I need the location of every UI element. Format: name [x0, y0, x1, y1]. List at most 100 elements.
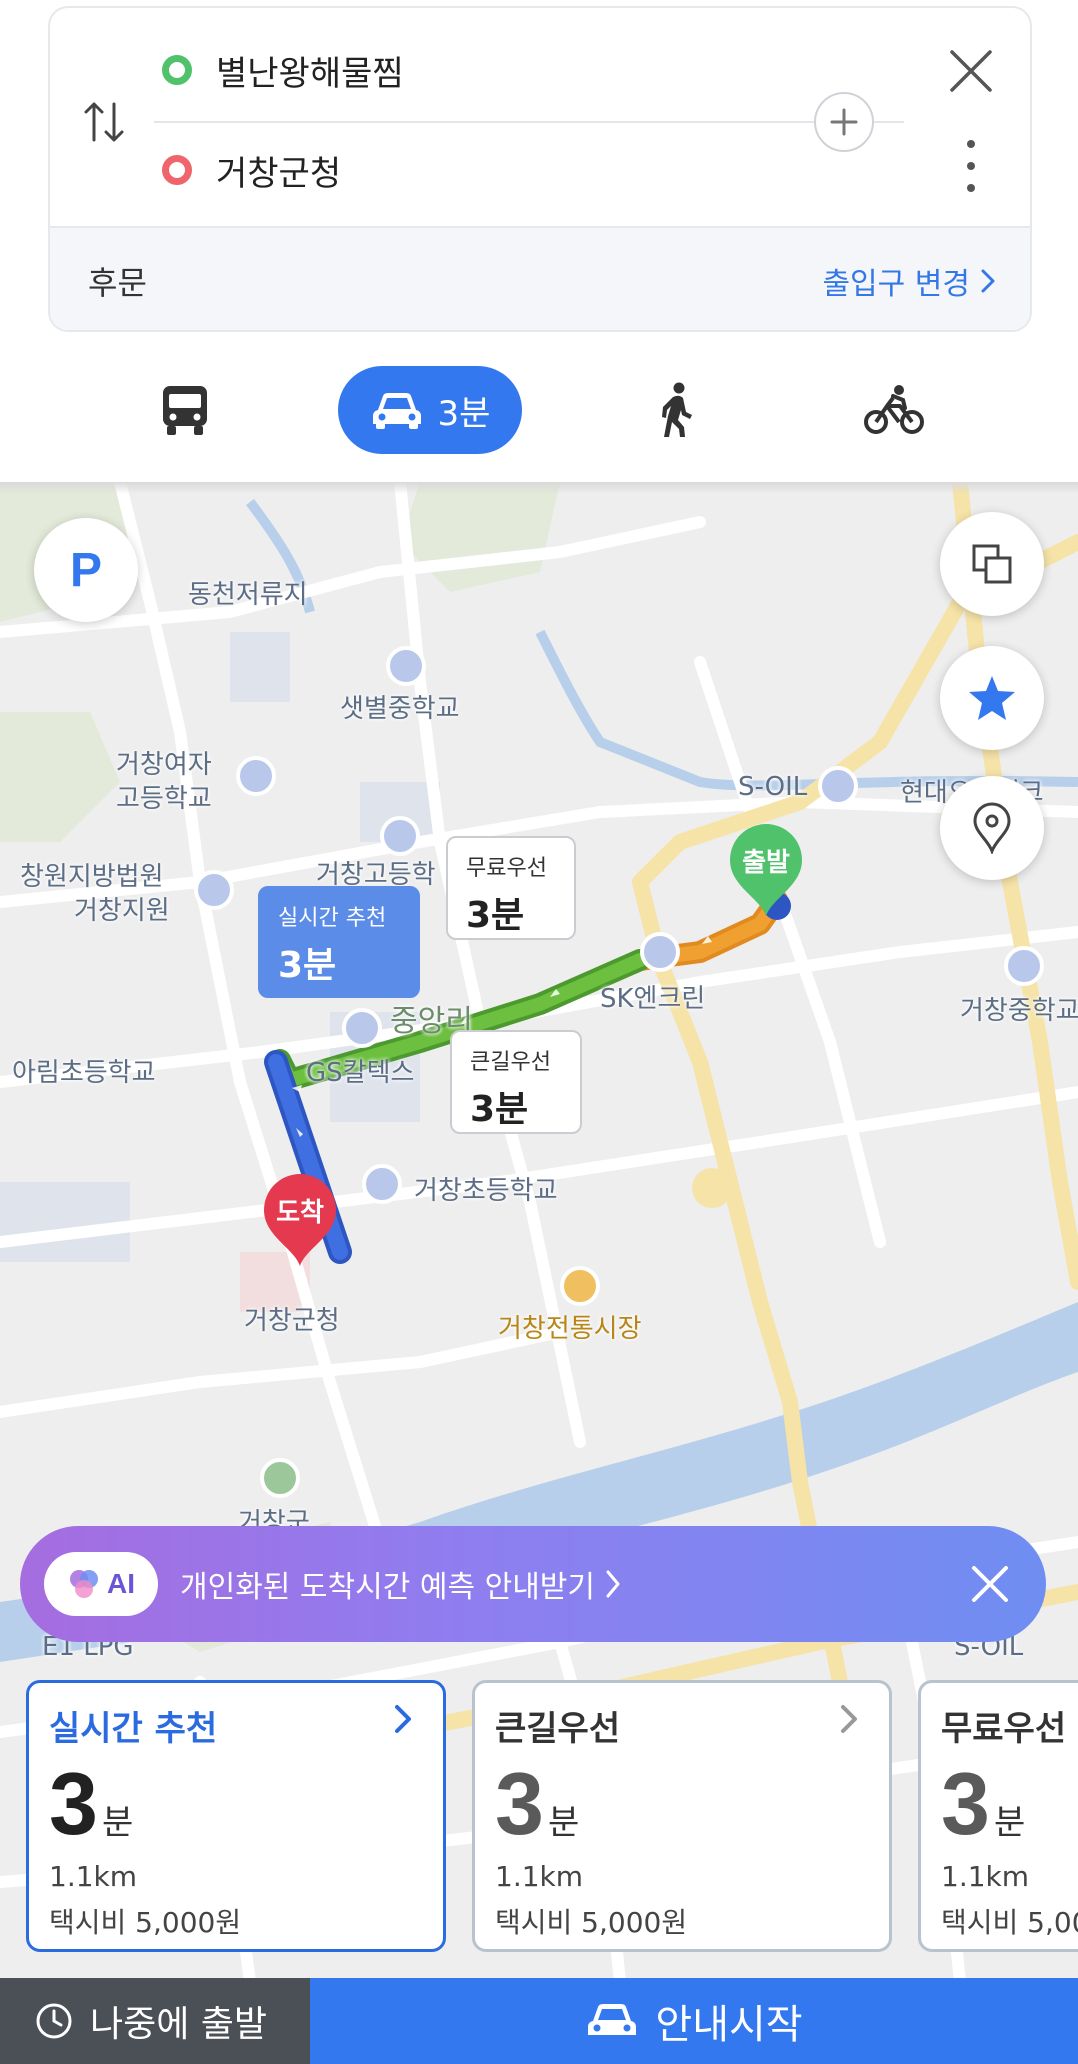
entrance-change-label: 출입구 변경	[822, 267, 970, 302]
park-icon	[260, 1458, 300, 1498]
route-bubble-free[interactable]: 무료우선 3분	[446, 836, 576, 940]
origin-field[interactable]: 별난왕해물찜	[162, 40, 404, 100]
bottom-action-bar: 나중에 출발 안내시작	[0, 1978, 1078, 2064]
school-icon	[1004, 946, 1044, 986]
route-bubble-time: 3분	[278, 945, 337, 986]
route-card-fare: 택시비 5,000원	[941, 1906, 1078, 1939]
route-bubble-main-road[interactable]: 큰길우선 3분	[450, 1030, 582, 1134]
arrive-pin-label: 도착	[276, 1198, 324, 1228]
gas-station-icon	[342, 1008, 382, 1048]
ai-badge: AI	[44, 1552, 158, 1616]
chevron-right-icon	[981, 269, 995, 293]
route-card-time-unit: 분	[547, 1803, 580, 1843]
more-vertical-icon[interactable]	[958, 136, 984, 196]
destination-dot-icon	[162, 155, 192, 185]
route-card-time: 3 분	[495, 1760, 869, 1848]
tab-car[interactable]: 3분	[338, 366, 522, 454]
map-label-sk: SK엔크린	[600, 984, 706, 1014]
route-bubble-time: 3분	[470, 1089, 529, 1130]
gas-station-icon	[818, 766, 858, 806]
market-icon	[560, 1266, 600, 1306]
origin-text: 별난왕해물찜	[216, 53, 404, 94]
ai-sparkle-icon	[70, 1570, 98, 1598]
entrance-label: 후문	[88, 264, 147, 302]
clock-icon	[36, 2003, 72, 2039]
chevron-right-icon	[606, 1570, 620, 1598]
parking-button[interactable]: P	[34, 518, 138, 622]
origin-dot-icon	[162, 55, 192, 85]
chevron-right-icon	[841, 1705, 857, 1733]
layers-icon	[972, 544, 1012, 584]
walk-icon	[662, 382, 692, 437]
car-time-label: 3분	[437, 393, 491, 434]
route-card-title: 실시간 추천	[49, 1709, 218, 1749]
add-waypoint-button[interactable]	[814, 92, 874, 152]
map-label-middle-school: 샛별중학교	[340, 694, 460, 724]
route-card-distance: 1.1km	[495, 1860, 584, 1893]
start-navigation-label: 안내시작	[655, 2002, 803, 2048]
route-bubble-recommended[interactable]: 실시간 추천 3분	[258, 886, 420, 998]
map-label-elementary: 거창초등학교	[414, 1176, 558, 1206]
route-card-free[interactable]: 무료우선 3 분 1.1km 택시비 5,000원	[918, 1680, 1078, 1952]
start-navigation-button[interactable]: 안내시작	[310, 1978, 1078, 2064]
close-icon[interactable]	[948, 48, 994, 94]
depart-later-button[interactable]: 나중에 출발	[0, 1978, 310, 2064]
depart-later-label: 나중에 출발	[90, 2004, 268, 2045]
layers-button[interactable]	[940, 512, 1044, 616]
school-icon	[380, 816, 420, 856]
start-pin-label: 출발	[742, 848, 790, 878]
route-bubble-time: 3분	[466, 895, 525, 936]
route-search-card: 별난왕해물찜 거창군청 후문 출입구 변경	[48, 6, 1032, 332]
bike-icon	[864, 385, 924, 434]
parking-label: P	[69, 543, 102, 597]
swap-icon[interactable]	[82, 96, 126, 148]
map-label-market: 거창전통시장	[498, 1314, 642, 1344]
arrive-pin[interactable]: 도착	[260, 1170, 340, 1270]
start-pin[interactable]: 출발	[726, 820, 806, 920]
field-divider	[154, 121, 904, 123]
map-label-county-office: 거창군청	[244, 1306, 340, 1336]
destination-field[interactable]: 거창군청	[162, 140, 341, 200]
route-card-fare: 택시비 5,000원	[495, 1906, 688, 1939]
route-cards: 실시간 추천 3 분 1.1km 택시비 5,000원 큰길우선 3 분 1.1…	[0, 1666, 1078, 1962]
bus-icon	[163, 386, 207, 435]
map-label-reservoir: 동천저류지	[188, 580, 308, 610]
map-top-shadow	[0, 482, 1078, 494]
favorite-button[interactable]	[940, 646, 1044, 750]
route-card-title: 큰길우선	[495, 1709, 621, 1749]
route-card-time-number: 3	[495, 1754, 544, 1853]
map-label-court-2: 거창지원	[74, 896, 170, 926]
entrance-change-link[interactable]: 출입구 변경	[822, 259, 996, 303]
school-icon	[362, 1164, 402, 1204]
route-bubble-title: 실시간 추천	[278, 906, 387, 931]
route-card-fare: 택시비 5,000원	[49, 1906, 242, 1939]
location-pin-icon	[973, 802, 1011, 854]
route-card-main-road[interactable]: 큰길우선 3 분 1.1km 택시비 5,000원	[472, 1680, 892, 1952]
route-bubble-title: 큰길우선	[470, 1050, 551, 1075]
route-card-recommended[interactable]: 실시간 추천 3 분 1.1km 택시비 5,000원	[26, 1680, 446, 1952]
map-label-soil-top: S-OIL	[738, 772, 808, 802]
map-label-gs: GS칼텍스	[306, 1058, 415, 1088]
route-card-time: 3 분	[941, 1760, 1078, 1848]
route-card-time-number: 3	[49, 1754, 98, 1853]
ai-banner-message: 개인화된 도착시간 예측 안내받기	[180, 1570, 596, 1605]
close-icon[interactable]	[968, 1562, 1012, 1606]
map-label-court-1: 창원지방법원	[20, 862, 164, 892]
gas-station-icon	[640, 932, 680, 972]
map-label-arim: 아림초등학교	[12, 1058, 156, 1088]
ai-banner[interactable]: AI 개인화된 도착시간 예측 안내받기	[20, 1526, 1046, 1642]
entrance-bar: 후문 출입구 변경	[50, 226, 1030, 330]
tab-walk[interactable]	[650, 366, 704, 454]
ai-badge-label: AI	[107, 1568, 135, 1599]
route-card-distance: 1.1km	[49, 1860, 138, 1893]
car-icon	[372, 393, 421, 429]
school-icon	[236, 756, 276, 796]
tab-bike[interactable]	[862, 366, 926, 454]
map-label-girls-high-2: 고등학교	[116, 784, 212, 814]
tab-bus[interactable]	[150, 366, 220, 454]
car-icon	[588, 2004, 637, 2035]
route-card-distance: 1.1km	[941, 1860, 1030, 1893]
star-icon	[969, 676, 1015, 720]
location-button[interactable]	[940, 776, 1044, 880]
destination-text: 거창군청	[216, 153, 342, 194]
